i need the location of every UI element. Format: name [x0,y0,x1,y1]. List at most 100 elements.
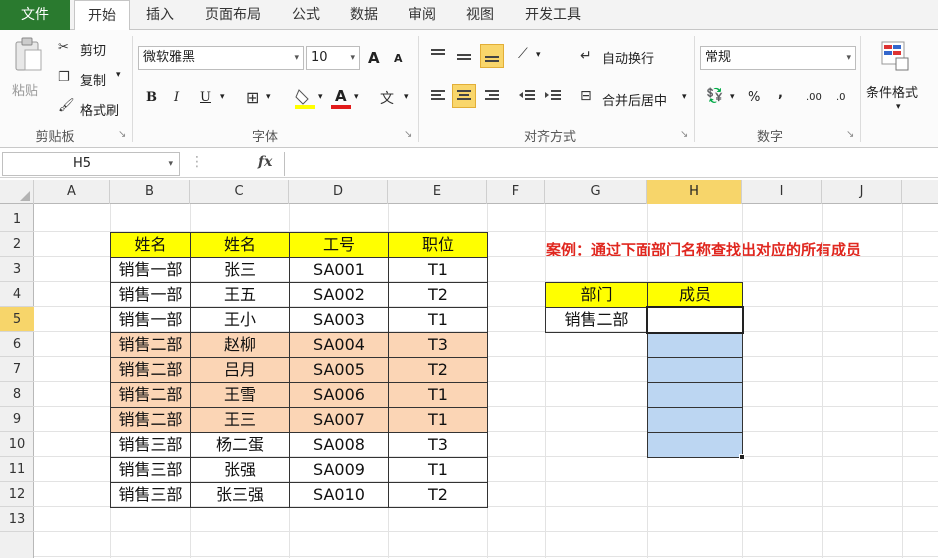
italic-button[interactable]: I [174,90,179,105]
currency-dropdown-icon[interactable]: ▾ [730,92,735,102]
table-cell[interactable]: T1 [388,382,488,408]
table-cell[interactable]: 销售一部 [110,257,191,283]
column-header-i[interactable]: I [742,180,822,204]
row-header-9[interactable]: 9 [0,407,34,432]
row-header-12[interactable]: 12 [0,482,34,507]
table-cell[interactable]: 销售二部 [110,357,191,383]
table-cell[interactable]: T2 [388,357,488,383]
column-header-f[interactable]: F [487,180,545,204]
table-header-cell[interactable]: 职位 [388,232,488,258]
table-cell[interactable]: 杨二蛋 [190,432,290,458]
align-top-icon[interactable] [428,46,448,66]
column-header-h[interactable]: H [647,180,742,204]
fill-handle[interactable] [739,454,745,460]
table-cell[interactable]: 张强 [190,457,290,483]
row-header-7[interactable]: 7 [0,357,34,382]
conditional-format-dropdown-icon[interactable]: ▾ [896,102,901,112]
table-cell[interactable]: 销售二部 [110,332,191,358]
lookup-result-cell[interactable] [647,432,743,458]
grow-font-button[interactable]: A [368,49,380,67]
number-launcher-icon[interactable]: ↘ [846,129,854,140]
column-header-c[interactable]: C [190,180,289,204]
font-name-select[interactable]: 微软雅黑 ▾ [138,46,304,70]
lookup-result-cell[interactable] [647,357,743,383]
increase-indent-icon[interactable] [544,86,564,106]
table-cell[interactable]: T1 [388,407,488,433]
table-cell[interactable]: SA009 [289,457,389,483]
row-header-8[interactable]: 8 [0,382,34,407]
align-right-icon[interactable] [482,86,502,106]
tab-formulas[interactable]: 公式 [280,0,332,30]
table-cell[interactable]: T1 [388,257,488,283]
align-center-icon[interactable] [452,84,476,108]
row-header-6[interactable]: 6 [0,332,34,357]
formula-input[interactable] [284,152,936,176]
copy-dropdown-icon[interactable]: ▾ [116,70,121,80]
tab-page-layout[interactable]: 页面布局 [192,0,274,30]
column-header-j[interactable]: J [822,180,902,204]
table-cell[interactable]: 张三强 [190,482,290,508]
tab-view[interactable]: 视图 [454,0,506,30]
font-size-select[interactable]: 10 ▾ [306,46,360,70]
table-cell[interactable]: SA003 [289,307,389,333]
table-cell[interactable]: 王小 [190,307,290,333]
format-painter-button[interactable]: 格式刷 [80,100,119,119]
table-cell[interactable]: 销售二部 [110,407,191,433]
table-cell[interactable]: T2 [388,282,488,308]
tab-file[interactable]: 文件 [0,0,70,30]
fill-color-dropdown-icon[interactable]: ▾ [318,92,323,102]
underline-dropdown-icon[interactable]: ▾ [220,92,225,102]
select-all-corner[interactable] [0,180,34,204]
phonetic-dropdown-icon[interactable]: ▾ [404,92,409,102]
table-cell[interactable]: 赵柳 [190,332,290,358]
table-cell[interactable]: SA008 [289,432,389,458]
paste-label[interactable]: 粘贴 [12,80,38,99]
shrink-font-button[interactable]: A [394,52,403,65]
clipboard-launcher-icon[interactable]: ↘ [118,129,126,140]
name-box[interactable]: H5 ▾ [2,152,180,176]
cut-button[interactable]: 剪切 [80,40,106,59]
tab-insert[interactable]: 插入 [134,0,186,30]
column-header-g[interactable]: G [545,180,647,204]
table-cell[interactable]: 销售一部 [110,282,191,308]
table-cell[interactable]: 销售三部 [110,432,191,458]
table-cell[interactable]: 销售三部 [110,482,191,508]
table-cell[interactable]: 王三 [190,407,290,433]
comma-button[interactable]: , [778,86,783,101]
font-launcher-icon[interactable]: ↘ [404,129,412,140]
fill-color-icon[interactable] [294,86,316,110]
table-cell[interactable]: SA007 [289,407,389,433]
table-cell[interactable]: 张三 [190,257,290,283]
worksheet-grid[interactable]: 案例：通过下面部门名称查找出对应的所有成员 姓名 姓名 工号 职位 销售一部 张三 SA00… [34,204,938,558]
paste-icon[interactable] [10,36,46,76]
merge-dropdown-icon[interactable]: ▾ [682,92,687,102]
table-cell[interactable]: SA001 [289,257,389,283]
row-header-3[interactable]: 3 [0,257,34,282]
conditional-format-button[interactable]: 条件格式 [866,82,918,101]
table-cell[interactable]: SA002 [289,282,389,308]
lookup-result-cell[interactable] [647,382,743,408]
table-cell[interactable]: 吕月 [190,357,290,383]
lookup-result-cell[interactable] [647,407,743,433]
table-cell[interactable]: SA004 [289,332,389,358]
font-color-dropdown-icon[interactable]: ▾ [354,92,359,102]
table-cell[interactable]: T3 [388,332,488,358]
table-cell[interactable]: T3 [388,432,488,458]
number-format-select[interactable]: 常规 ▾ [700,46,856,70]
table-cell[interactable]: SA010 [289,482,389,508]
column-header-a[interactable]: A [34,180,110,204]
table-cell[interactable]: T1 [388,307,488,333]
table-header-cell[interactable]: 姓名 [110,232,191,258]
copy-button[interactable]: 复制 [80,70,106,89]
row-header-5[interactable]: 5 [0,307,34,332]
conditional-format-icon[interactable] [880,40,910,72]
bold-button[interactable]: B [146,90,157,105]
lookup-dept-input[interactable]: 销售二部 [545,307,648,333]
borders-dropdown-icon[interactable]: ▾ [266,92,271,102]
tab-home[interactable]: 开始 [74,0,130,31]
column-header-e[interactable]: E [388,180,487,204]
column-header-d[interactable]: D [289,180,388,204]
table-cell[interactable]: T2 [388,482,488,508]
orientation-dropdown-icon[interactable]: ▾ [536,50,541,60]
alignment-launcher-icon[interactable]: ↘ [680,129,688,140]
